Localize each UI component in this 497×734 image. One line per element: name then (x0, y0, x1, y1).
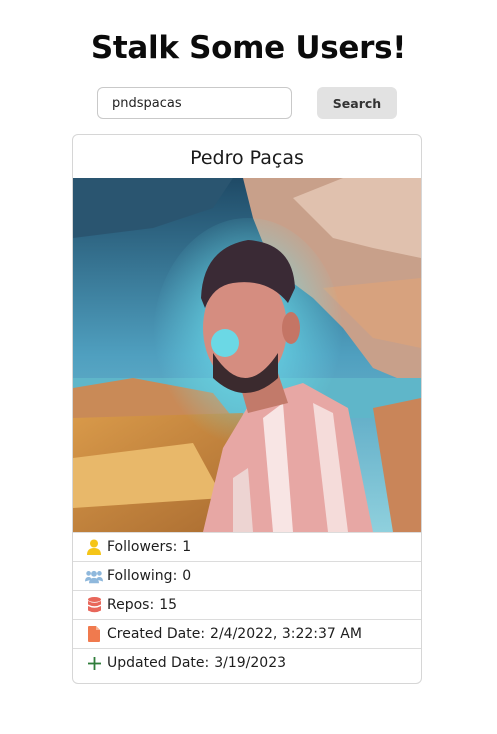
users-icon (85, 567, 103, 585)
updated-date-label: Updated Date: (107, 655, 210, 671)
created-date-row: Created Date: 2/4/2022, 3:22:37 AM (73, 619, 421, 648)
search-input[interactable] (97, 87, 292, 119)
created-date-value: 2/4/2022, 3:22:37 AM (210, 626, 362, 642)
following-label: Following: (107, 568, 178, 584)
user-name: Pedro Paças (190, 147, 304, 169)
followers-row: Followers: 1 (73, 532, 421, 561)
page-title: Stalk Some Users! (90, 30, 407, 66)
following-row: Following: 0 (73, 561, 421, 590)
following-value: 0 (182, 568, 192, 584)
repos-label: Repos: (107, 597, 155, 613)
updated-date-value: 3/19/2023 (214, 655, 287, 671)
plus-icon (85, 654, 103, 672)
user-avatar (73, 178, 421, 532)
repos-value: 15 (159, 597, 178, 613)
database-icon (85, 596, 103, 614)
followers-value: 1 (182, 539, 192, 555)
created-date-label: Created Date: (107, 626, 206, 642)
followers-label: Followers: (107, 539, 178, 555)
repos-row: Repos: 15 (73, 590, 421, 619)
user-card: Pedro Paças Followers: 1 Following: 0 Re… (72, 134, 422, 684)
search-button[interactable]: Search (317, 87, 397, 119)
file-icon (85, 625, 103, 643)
user-icon (85, 538, 103, 556)
updated-date-row: Updated Date: 3/19/2023 (73, 648, 421, 677)
